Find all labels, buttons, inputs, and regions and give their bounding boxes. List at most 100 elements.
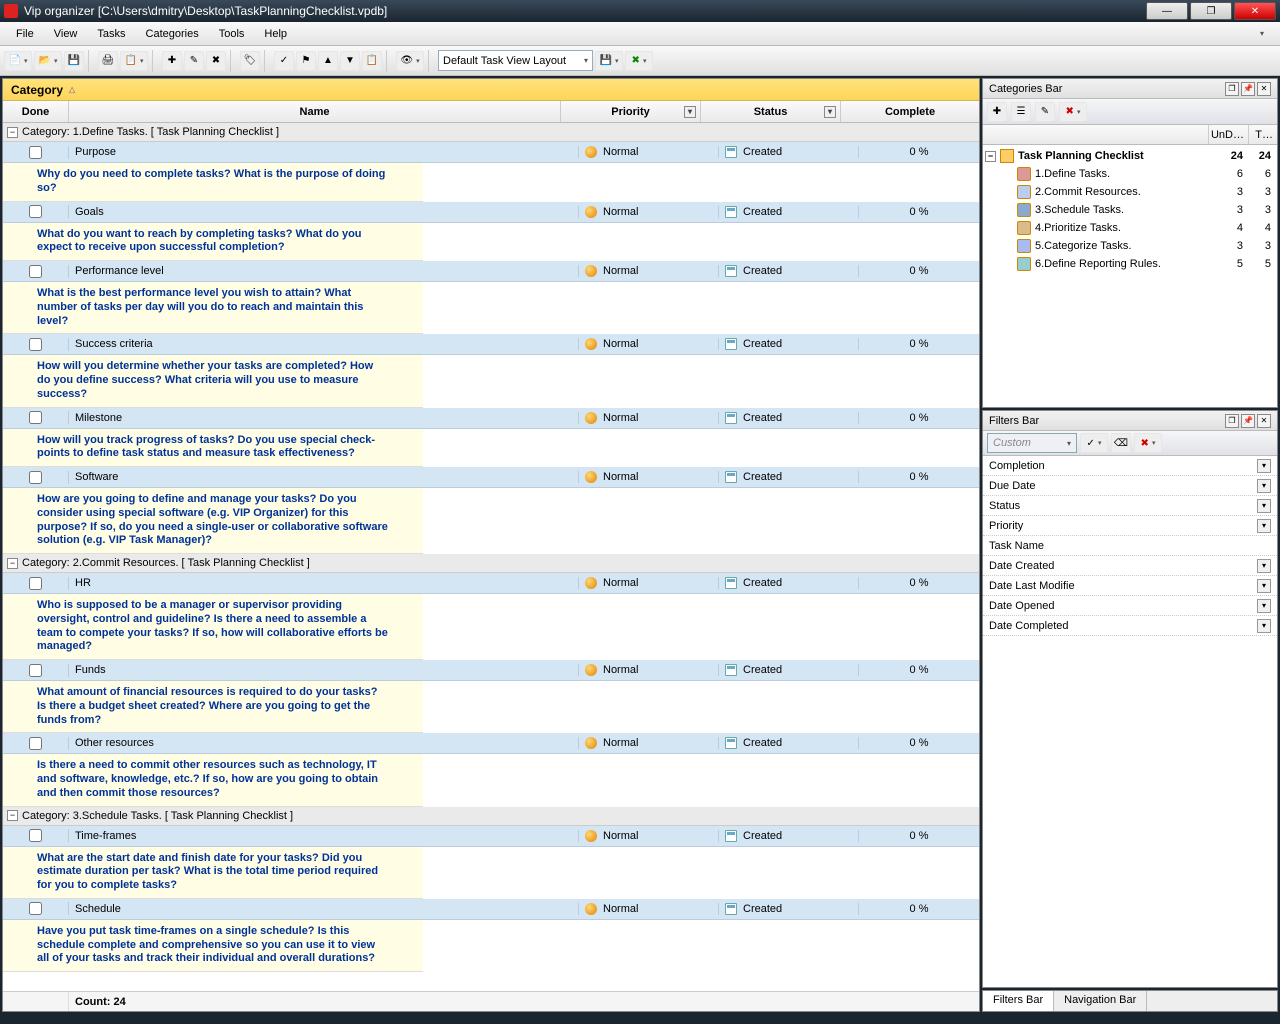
panel-close-button[interactable]: ✕ [1257,82,1271,96]
panel-pin-button[interactable]: 📌 [1241,414,1255,428]
tree-item[interactable]: 6.Define Reporting Rules.55 [983,255,1277,273]
done-checkbox[interactable] [29,146,42,159]
cell-status[interactable]: Created [719,265,859,277]
done-checkbox[interactable] [29,471,42,484]
tree-item[interactable]: 2.Commit Resources.33 [983,183,1277,201]
task-row[interactable]: ScheduleNormalCreated0 % [3,899,979,920]
filter-row[interactable]: Due Date▾ [983,476,1277,496]
cell-priority[interactable]: Normal [579,830,719,842]
layout-combo[interactable]: Default Task View Layout [438,50,593,71]
catcol-name[interactable] [983,125,1209,144]
down-button[interactable]: ▼ [340,51,360,71]
minimize-button[interactable]: — [1146,2,1188,20]
dropdown-icon[interactable]: ▾ [1257,499,1271,513]
filter-row[interactable]: Task Name [983,536,1277,556]
cell-priority[interactable]: Normal [579,338,719,350]
new-category-button[interactable]: ✚ [987,102,1007,122]
cell-priority[interactable]: Normal [579,206,719,218]
filter-row[interactable]: Status▾ [983,496,1277,516]
menu-file[interactable]: File [6,25,44,43]
filter-row[interactable]: Date Last Modifie▾ [983,576,1277,596]
catcol-total[interactable]: T… [1249,125,1277,144]
cell-name[interactable]: Purpose [69,146,579,158]
filter-row[interactable]: Date Completed▾ [983,616,1277,636]
copy-button[interactable]: 📋 [362,51,382,71]
done-checkbox[interactable] [29,664,42,677]
save-button[interactable]: 💾 [64,51,84,71]
expander-icon[interactable]: − [7,810,18,821]
col-done[interactable]: Done [3,101,69,122]
done-checkbox[interactable] [29,205,42,218]
cell-name[interactable]: Schedule [69,903,579,915]
tree-item[interactable]: 4.Prioritize Tasks.44 [983,219,1277,237]
cell-name[interactable]: Funds [69,664,579,676]
cell-status[interactable]: Created [719,903,859,915]
tree-item[interactable]: 5.Categorize Tasks.33 [983,237,1277,255]
close-button[interactable]: ✕ [1234,2,1276,20]
cell-status[interactable]: Created [719,206,859,218]
cell-priority[interactable]: Normal [579,146,719,158]
maximize-button[interactable]: ❐ [1190,2,1232,20]
dropdown-icon[interactable]: ▾ [1257,619,1271,633]
apply-filter-button[interactable]: ✓ [1080,433,1108,453]
cell-status[interactable]: Created [719,471,859,483]
group-by-header[interactable]: Category△ [3,79,979,101]
cell-name[interactable]: Software [69,471,579,483]
cell-status[interactable]: Created [719,737,859,749]
check-button[interactable]: ✓ [274,51,294,71]
category-group-header[interactable]: −Category: 3.Schedule Tasks. [ Task Plan… [3,807,979,826]
layout-save-button[interactable]: 💾 [595,51,623,71]
cell-name[interactable]: Goals [69,206,579,218]
edit-task-button[interactable]: ✎ [184,51,204,71]
task-row[interactable]: SoftwareNormalCreated0 % [3,467,979,488]
rename-category-button[interactable]: ✎ [1035,102,1055,122]
panel-maximize-button[interactable]: ❐ [1225,414,1239,428]
cell-priority[interactable]: Normal [579,412,719,424]
category-group-header[interactable]: −Category: 2.Commit Resources. [ Task Pl… [3,554,979,573]
grid-body[interactable]: −Category: 1.Define Tasks. [ Task Planni… [3,123,979,991]
cell-status[interactable]: Created [719,146,859,158]
col-status[interactable]: Status▾ [701,101,841,122]
cell-status[interactable]: Created [719,338,859,350]
cell-name[interactable]: HR [69,577,579,589]
panel-maximize-button[interactable]: ❐ [1225,82,1239,96]
tab-navigation-bar[interactable]: Navigation Bar [1054,991,1147,1011]
task-row[interactable]: MilestoneNormalCreated0 % [3,408,979,429]
dropdown-icon[interactable]: ▾ [1257,579,1271,593]
expander-icon[interactable]: − [985,151,996,162]
view-button[interactable]: 👁 [396,51,424,71]
layout-delete-button[interactable]: ✖ [625,51,653,71]
done-checkbox[interactable] [29,265,42,278]
expander-icon[interactable]: − [7,558,18,569]
edit-category-button[interactable]: ☰ [1011,102,1031,122]
col-complete[interactable]: Complete [841,101,979,122]
new-task-button[interactable]: ✚ [162,51,182,71]
filter-row[interactable]: Date Opened▾ [983,596,1277,616]
col-priority[interactable]: Priority▾ [561,101,701,122]
filter-icon[interactable]: ▾ [684,106,696,118]
categories-button[interactable]: 🏷 [240,51,260,71]
remove-filter-button[interactable]: ✖ [1134,433,1162,453]
menu-tasks[interactable]: Tasks [87,25,135,43]
cell-status[interactable]: Created [719,664,859,676]
tree-item[interactable]: 1.Define Tasks.66 [983,165,1277,183]
cell-status[interactable]: Created [719,577,859,589]
task-row[interactable]: FundsNormalCreated0 % [3,660,979,681]
filter-row[interactable]: Completion▾ [983,456,1277,476]
cell-priority[interactable]: Normal [579,471,719,483]
flag-button[interactable]: ⚑ [296,51,316,71]
delete-task-button[interactable]: ✖ [206,51,226,71]
cell-status[interactable]: Created [719,412,859,424]
menu-categories[interactable]: Categories [136,25,209,43]
task-row[interactable]: HRNormalCreated0 % [3,573,979,594]
cell-name[interactable]: Other resources [69,737,579,749]
cell-priority[interactable]: Normal [579,664,719,676]
cell-priority[interactable]: Normal [579,265,719,277]
task-row[interactable]: Success criteriaNormalCreated0 % [3,334,979,355]
task-row[interactable]: GoalsNormalCreated0 % [3,202,979,223]
cell-status[interactable]: Created [719,830,859,842]
dropdown-icon[interactable]: ▾ [1257,559,1271,573]
panel-close-button[interactable]: ✕ [1257,414,1271,428]
up-button[interactable]: ▲ [318,51,338,71]
menu-overflow-icon[interactable]: ▾ [1250,26,1274,41]
